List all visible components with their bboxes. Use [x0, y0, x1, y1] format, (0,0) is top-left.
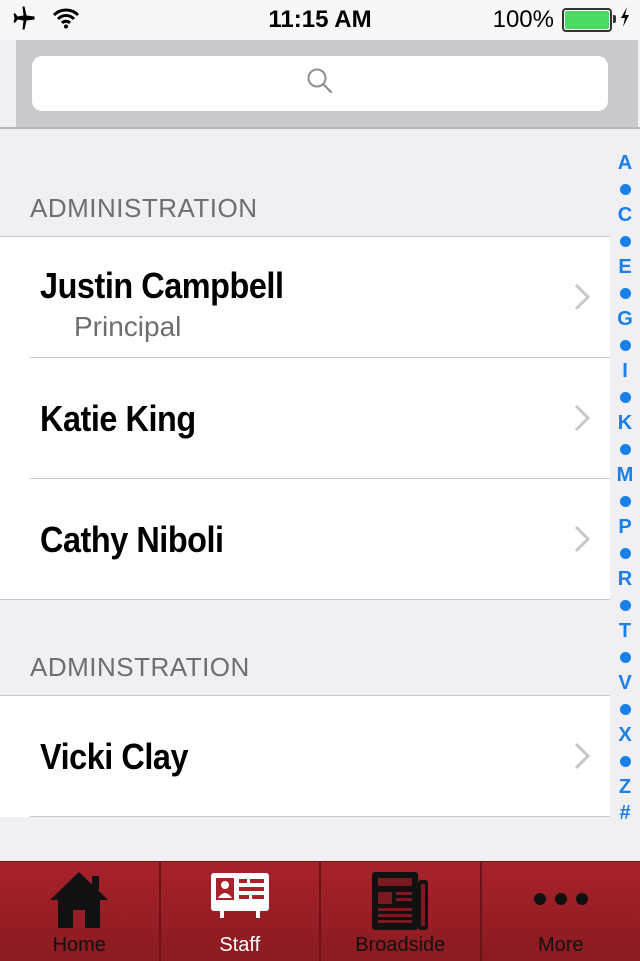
search-bar-container	[16, 40, 638, 127]
staff-name: Cathy Niboli	[40, 519, 224, 561]
index-dot	[620, 600, 631, 611]
index-dot	[620, 236, 631, 247]
index-letter[interactable]: Z	[619, 774, 631, 800]
chevron-right-icon	[574, 404, 590, 437]
index-dot	[620, 184, 631, 195]
chevron-right-icon	[574, 283, 590, 316]
index-letter[interactable]: X	[618, 722, 631, 748]
index-letter[interactable]: E	[618, 254, 631, 280]
status-bar: 11:15 AM 100%	[0, 0, 640, 40]
index-letter[interactable]: P	[618, 514, 631, 540]
index-letter[interactable]: #	[619, 800, 630, 826]
index-letter[interactable]: I	[622, 358, 628, 384]
tab-label: More	[482, 934, 640, 957]
staff-name: Vicki Clay	[40, 736, 188, 778]
staff-id-icon	[210, 870, 270, 925]
chevron-right-icon	[574, 742, 590, 775]
tab-label: Staff	[161, 934, 320, 957]
index-letter[interactable]: C	[618, 202, 632, 228]
index-dot	[620, 288, 631, 299]
index-letter[interactable]: A	[618, 150, 632, 176]
alphabet-index[interactable]: A C E G I K M P R T V X Z #	[610, 150, 640, 826]
staff-row[interactable]: Katie King	[30, 358, 610, 479]
staff-name: Justin Campbell	[40, 265, 284, 307]
search-input[interactable]	[32, 56, 608, 111]
staff-row[interactable]: Cathy Niboli	[0, 479, 610, 600]
more-icon	[533, 892, 589, 911]
index-dot	[620, 756, 631, 767]
tab-home[interactable]: Home	[0, 862, 161, 961]
index-dot	[620, 704, 631, 715]
staff-row[interactable]: Justin Campbell Principal	[30, 237, 610, 358]
index-dot	[620, 496, 631, 507]
index-letter[interactable]: M	[617, 462, 634, 488]
search-icon	[306, 67, 334, 100]
tab-label: Broadside	[321, 934, 480, 957]
index-letter[interactable]: K	[618, 410, 632, 436]
charging-bolt-icon	[620, 6, 630, 34]
index-dot	[620, 652, 631, 663]
chevron-right-icon	[574, 525, 590, 558]
index-letter[interactable]: R	[618, 566, 632, 592]
tab-label: Home	[0, 934, 159, 957]
home-icon	[48, 870, 110, 935]
tab-more[interactable]: More	[482, 862, 640, 961]
staff-list[interactable]: ADMINISTRATION Justin Campbell Principal…	[0, 129, 610, 861]
index-dot	[620, 340, 631, 351]
index-letter[interactable]: T	[619, 618, 631, 644]
index-dot	[620, 444, 631, 455]
index-letter[interactable]: V	[618, 670, 631, 696]
newspaper-icon	[370, 870, 430, 937]
staff-title: Principal	[74, 311, 181, 343]
section-header: ADMINSTRATION	[0, 600, 610, 696]
staff-row[interactable]: Vicki Clay	[30, 696, 610, 817]
battery-icon	[562, 8, 612, 32]
index-dot	[620, 548, 631, 559]
index-dot	[620, 392, 631, 403]
staff-name: Katie King	[40, 398, 196, 440]
tab-bar: Home Staff	[0, 861, 640, 961]
tab-broadside[interactable]: Broadside	[321, 862, 482, 961]
section-header: ADMINISTRATION	[0, 129, 610, 237]
battery-percentage: 100%	[493, 6, 554, 34]
tab-staff[interactable]: Staff	[161, 862, 322, 961]
index-letter[interactable]: G	[617, 306, 633, 332]
